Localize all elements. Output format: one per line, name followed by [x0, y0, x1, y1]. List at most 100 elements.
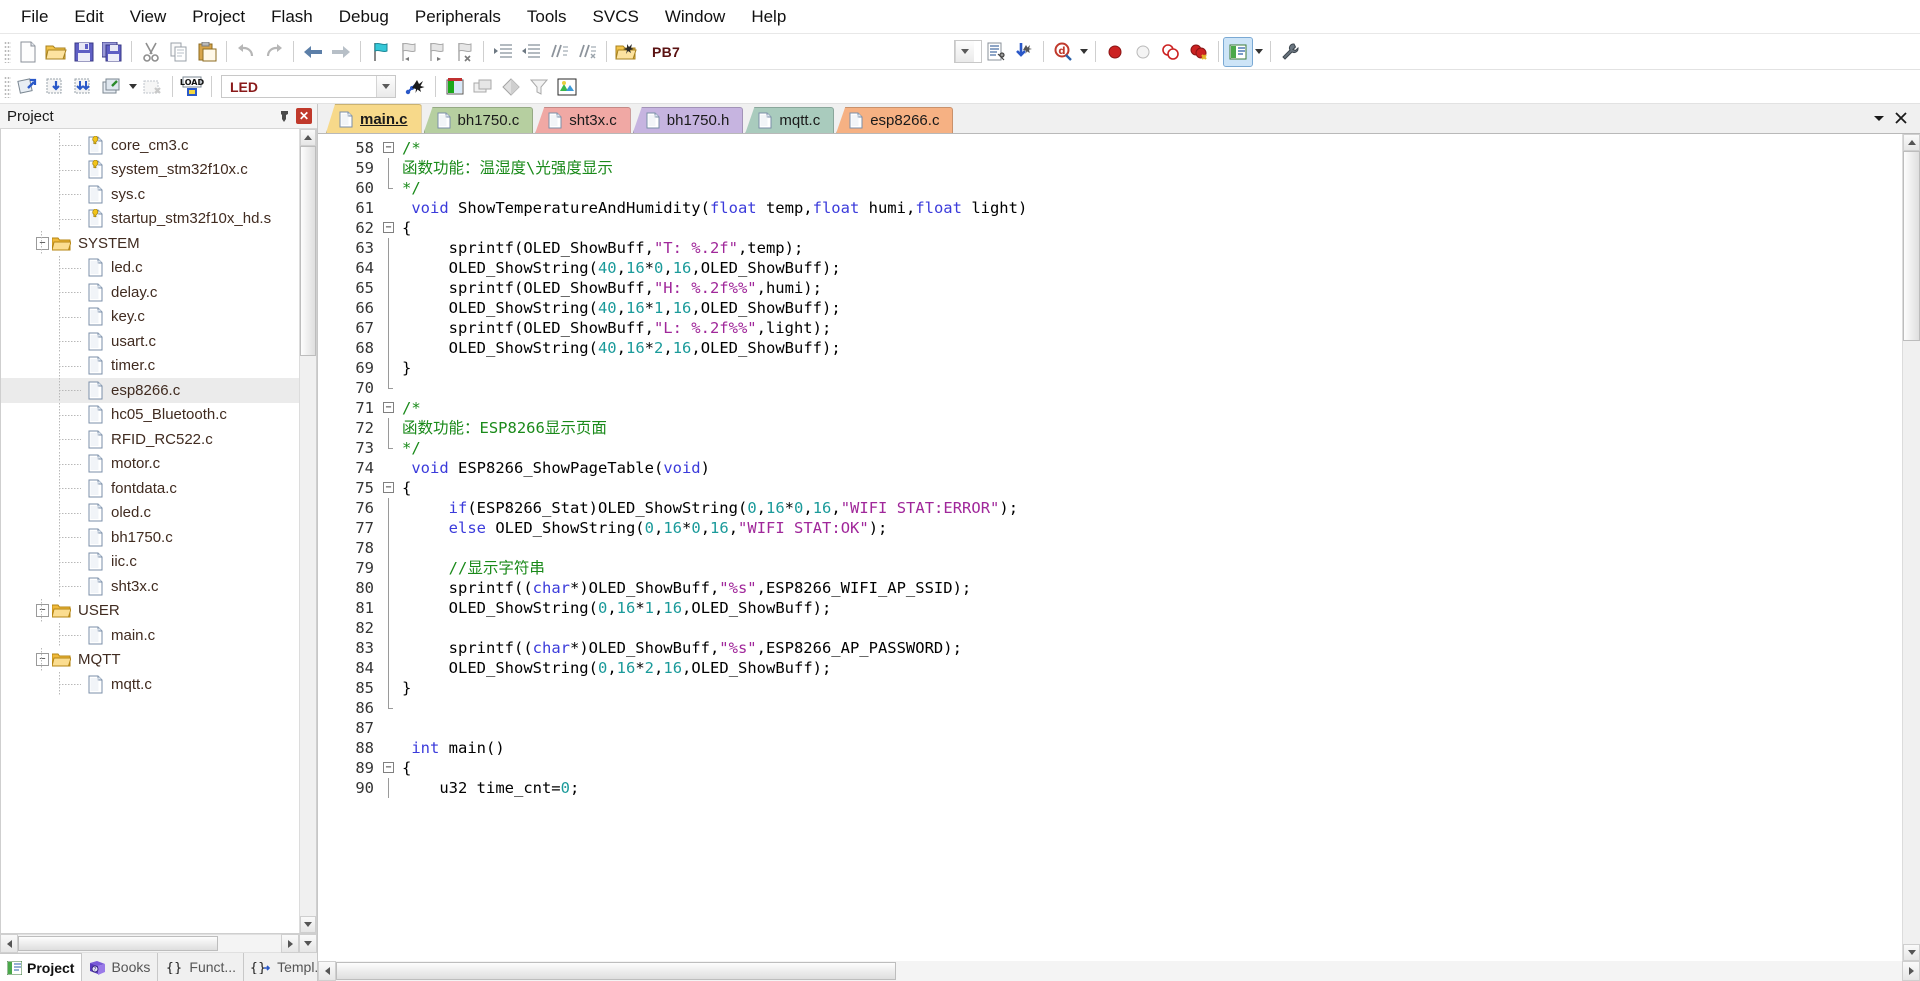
tree-file[interactable]: sys.c — [1, 182, 299, 207]
scroll-right-button[interactable] — [281, 934, 299, 953]
target-select[interactable]: LED — [221, 75, 396, 98]
bookmark-insert-icon[interactable] — [1010, 38, 1038, 66]
menu-item-peripherals[interactable]: Peripherals — [402, 3, 514, 31]
paste-icon[interactable] — [193, 38, 221, 66]
find-icon[interactable]: d — [1049, 38, 1077, 66]
rebuild-icon[interactable] — [70, 73, 98, 101]
multiproject-icon[interactable] — [469, 73, 497, 101]
redo-icon[interactable] — [260, 38, 288, 66]
editor-tab-mainc[interactable]: main.c — [326, 104, 422, 133]
bookmark-next-icon[interactable] — [422, 38, 450, 66]
manage-project-items-icon[interactable] — [441, 73, 469, 101]
fold-toggle-icon[interactable]: − — [383, 482, 394, 493]
fold-toggle-icon[interactable]: − — [383, 762, 394, 773]
new-file-icon[interactable] — [14, 38, 42, 66]
svcs-icon[interactable] — [525, 73, 553, 101]
tree-file[interactable]: mqtt.c — [1, 672, 299, 697]
breakpoint-insert-icon[interactable] — [1101, 38, 1129, 66]
menu-item-view[interactable]: View — [117, 3, 180, 31]
editor-scroll-right-button[interactable] — [1902, 961, 1920, 981]
find-in-files-icon[interactable] — [612, 38, 640, 66]
tree-file[interactable]: timer.c — [1, 353, 299, 379]
breakpoint-disable-all-icon[interactable] — [1157, 38, 1185, 66]
comment-icon[interactable] — [545, 38, 573, 66]
find-combo[interactable]: PB7 — [644, 40, 804, 63]
menu-item-window[interactable]: Window — [652, 3, 738, 31]
editor-scrollbar-horizontal[interactable] — [318, 961, 1920, 981]
build-icon[interactable] — [42, 73, 70, 101]
scroll-left-button[interactable] — [0, 934, 18, 953]
editor-tab-bh1750c[interactable]: bh1750.c — [423, 107, 534, 133]
tree-folder[interactable]: − SYSTEM — [1, 231, 299, 256]
scroll-thumb-vertical[interactable] — [300, 146, 316, 356]
scroll-thumb-horizontal[interactable] — [18, 936, 218, 951]
editor-scroll-thumb-horizontal[interactable] — [336, 962, 896, 980]
fold-toggle-icon[interactable]: − — [383, 402, 394, 413]
cut-icon[interactable] — [137, 38, 165, 66]
tree-file[interactable]: sht3x.c — [1, 574, 299, 599]
menu-item-project[interactable]: Project — [179, 3, 258, 31]
tree-file[interactable]: usart.c — [1, 329, 299, 354]
fold-toggle-icon[interactable]: − — [383, 142, 394, 153]
menu-item-file[interactable]: File — [8, 3, 61, 31]
chevron-down-icon[interactable] — [955, 41, 974, 62]
save-all-icon[interactable] — [98, 38, 126, 66]
menu-item-debug[interactable]: Debug — [326, 3, 402, 31]
breakpoint-disable-icon[interactable] — [1129, 38, 1157, 66]
copy-icon[interactable] — [165, 38, 193, 66]
tree-file[interactable]: main.c — [1, 623, 299, 648]
menu-item-flash[interactable]: Flash — [258, 3, 326, 31]
manage-runtime-icon[interactable] — [553, 73, 581, 101]
translate-icon[interactable] — [14, 73, 42, 101]
project-tree-scrollbar-vertical[interactable] — [299, 129, 316, 933]
code-view[interactable]: 58 59 60 61 62 63 64 65 66 67 68 69 70 71 72 73 74 75 76 77… — [318, 134, 1902, 961]
editor-tab-bh1750h[interactable]: bh1750.h — [632, 107, 744, 133]
tree-file[interactable]: led.c — [1, 255, 299, 281]
code-folding-gutter[interactable]: − − − − − — [380, 134, 400, 961]
manage-windows-icon[interactable] — [1223, 36, 1253, 67]
project-tree[interactable]: core_cm3.c system_stm32f10x.c sys.c startup… — [1, 129, 299, 933]
bookmark-toggle-icon[interactable] — [366, 38, 394, 66]
panel-tab-books[interactable]: ? Books — [82, 953, 159, 981]
tree-file[interactable]: hc05_Bluetooth.c — [1, 402, 299, 428]
batch-build-dropdown-icon[interactable] — [126, 73, 139, 101]
menu-item-tools[interactable]: Tools — [514, 3, 580, 31]
tree-file[interactable]: esp8266.c — [1, 378, 299, 403]
pack-installer-icon[interactable] — [497, 73, 525, 101]
panel-tab-funct[interactable]: {} Funct... — [158, 953, 245, 981]
tree-file[interactable]: startup_stm32f10x_hd.s — [1, 206, 299, 232]
find-dropdown-icon[interactable] — [1077, 38, 1090, 66]
editor-tab-sht3xc[interactable]: sht3x.c — [535, 107, 631, 133]
source-code-text[interactable]: /* 函数功能：温湿度\光强度显示 */ void ShowTemperatureA… — [400, 134, 1902, 961]
window-dropdown-icon[interactable] — [1252, 38, 1265, 66]
indent-left-icon[interactable] — [517, 38, 545, 66]
editor-scrollbar-vertical[interactable] — [1902, 134, 1920, 961]
configure-target-icon[interactable] — [1276, 38, 1304, 66]
tree-folder[interactable]: − MQTT — [1, 647, 299, 673]
tree-file[interactable]: fontdata.c — [1, 476, 299, 501]
panel-tab-project[interactable]: Project — [0, 953, 83, 981]
indent-right-icon[interactable] — [489, 38, 517, 66]
breakpoint-kill-all-icon[interactable] — [1185, 38, 1213, 66]
stop-build-icon[interactable] — [139, 73, 167, 101]
menu-item-svcs[interactable]: SVCS — [580, 3, 652, 31]
tree-file[interactable]: system_stm32f10x.c — [1, 157, 299, 183]
batch-build-icon[interactable] — [98, 73, 126, 101]
tree-file[interactable]: RFID_RC522.c — [1, 427, 299, 452]
tree-file[interactable]: key.c — [1, 304, 299, 330]
download-icon[interactable]: LOAD — [178, 73, 206, 101]
bookmark-prev-icon[interactable] — [394, 38, 422, 66]
chevron-down-icon[interactable] — [376, 76, 395, 97]
editor-scroll-down-button[interactable] — [1903, 944, 1920, 961]
project-tree-scrollbar-horizontal[interactable] — [0, 934, 317, 953]
editor-scroll-up-button[interactable] — [1903, 134, 1920, 151]
tree-file[interactable]: bh1750.c — [1, 525, 299, 550]
open-file-icon[interactable] — [42, 38, 70, 66]
tree-file[interactable]: motor.c — [1, 451, 299, 477]
save-icon[interactable] — [70, 38, 98, 66]
scroll-up-button[interactable] — [300, 129, 316, 146]
fold-toggle-icon[interactable]: − — [383, 222, 394, 233]
tree-file[interactable]: iic.c — [1, 549, 299, 575]
editor-tab-esp8266c[interactable]: esp8266.c — [836, 107, 954, 133]
navigate-forward-icon[interactable] — [327, 38, 355, 66]
